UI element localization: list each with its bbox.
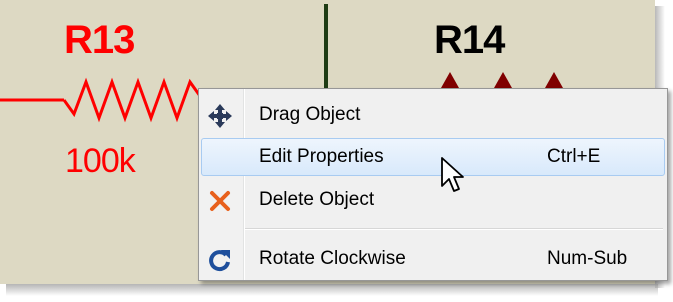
menu-item-drag-object[interactable]: Drag Object [201,97,665,135]
menu-item-shortcut: Ctrl+E [547,146,601,167]
menu-item-shortcut: Num-Sub [547,248,628,269]
r13-resistor-body [62,77,202,123]
r14-pin-marker [441,72,459,88]
r14-pin-marker [494,72,512,88]
r14-pin-marker [545,72,563,88]
delete-x-icon [210,191,230,211]
menu-item-label: Delete Object [259,189,375,210]
menu-item-label: Edit Properties [259,146,384,167]
canvas-shadow [6,284,658,296]
move-arrows-icon [208,104,232,128]
context-menu: Drag Object Edit Properties Ctrl+E Delet… [198,88,668,281]
r13-value-label[interactable]: 100k [65,144,136,178]
menu-item-rotate-clockwise[interactable]: Rotate Clockwise Num-Sub [201,241,665,279]
menu-item-edit-properties[interactable]: Edit Properties Ctrl+E [201,138,665,176]
menu-item-delete-object[interactable]: Delete Object [201,182,665,220]
menu-item-label: Rotate Clockwise [259,248,406,269]
menu-item-label: Drag Object [259,104,361,125]
rotate-clockwise-icon [209,250,230,272]
menu-separator [245,228,663,230]
r14-reference-label[interactable]: R14 [434,20,505,60]
r13-reference-label[interactable]: R13 [64,20,135,60]
arrow-pointer-icon [441,157,464,192]
